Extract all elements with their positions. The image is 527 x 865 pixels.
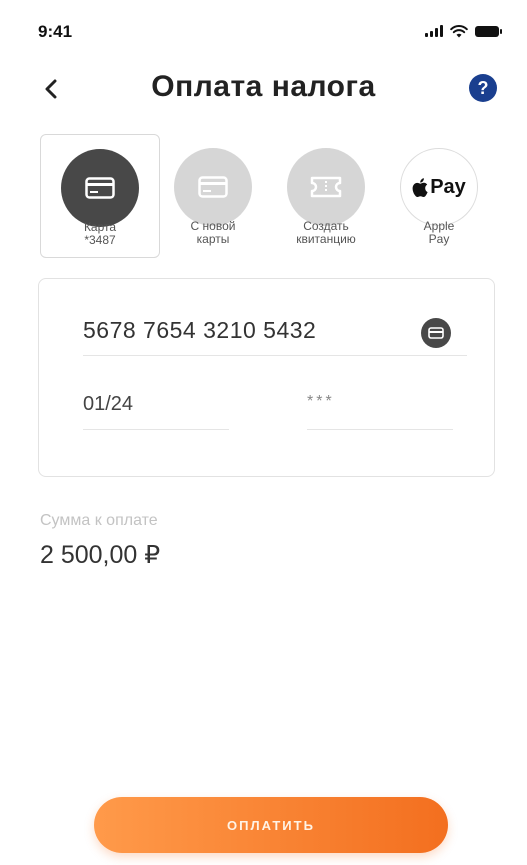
amount-value: 2 500,00 ₽	[40, 541, 161, 569]
card-number-underline	[83, 355, 467, 356]
method-create-receipt[interactable]: Создать квитанцию	[266, 134, 386, 258]
apple-logo-icon	[412, 177, 428, 197]
status-time: 9:41	[38, 22, 73, 41]
signal-icon	[425, 25, 443, 37]
method-saved-card[interactable]: Карта *3487	[40, 134, 160, 258]
status-icons	[425, 24, 502, 38]
status-bar: 9:41	[0, 0, 527, 62]
expiry-underline	[83, 429, 229, 430]
cvv-field[interactable]: ***	[307, 393, 335, 411]
card-icon-circle	[174, 148, 252, 226]
method-label: Apple Pay	[423, 219, 455, 246]
method-label: Создать квитанцию	[296, 219, 356, 246]
apple-pay-circle: Pay	[400, 148, 478, 226]
help-button[interactable]: ?	[469, 74, 497, 102]
card-icon	[428, 327, 444, 339]
method-apple-pay[interactable]: Pay Apple Pay	[379, 134, 499, 258]
ticket-icon	[310, 176, 342, 198]
scan-card-button[interactable]	[421, 318, 451, 348]
card-icon-circle	[61, 149, 139, 227]
expiry-field[interactable]: 01/24	[83, 393, 133, 416]
card-icon	[85, 177, 115, 199]
payment-methods: Карта *3487 С новой карты Создать квитан…	[40, 134, 492, 258]
method-label: С новой карты	[190, 219, 236, 246]
cvv-underline	[307, 429, 453, 430]
page-title: Оплата налога	[151, 70, 376, 103]
method-new-card[interactable]: С новой карты	[153, 134, 273, 258]
ticket-icon-circle	[287, 148, 365, 226]
method-label: Карта *3487	[83, 220, 117, 247]
apple-pay-icon: Pay	[412, 176, 466, 199]
card-form: 5678 7654 3210 5432 01/24 ***	[38, 278, 495, 477]
pay-button[interactable]: ОПЛАТИТЬ	[94, 797, 448, 853]
battery-icon	[475, 25, 502, 37]
card-number-field[interactable]: 5678 7654 3210 5432	[83, 317, 423, 344]
card-icon	[198, 176, 228, 198]
header: Оплата налога ?	[0, 62, 527, 118]
wifi-icon	[450, 25, 468, 38]
amount-label: Сумма к оплате	[40, 512, 158, 529]
